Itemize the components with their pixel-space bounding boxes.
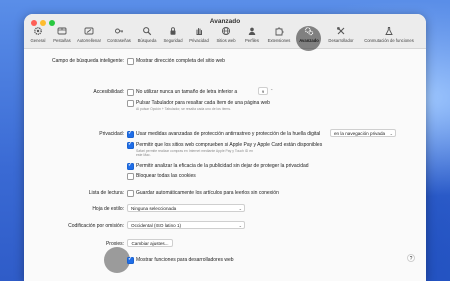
tab-label: Contraseñas [107,38,131,43]
window-title: Avanzado [209,18,241,25]
search-icon [143,27,152,36]
title-bar: Avanzado General Pestañas Autorrellenar … [24,14,426,51]
safari-settings-window: Avanzado General Pestañas Autorrellenar … [24,14,426,281]
smart-search-label: Campo de búsqueda inteligente: [52,58,124,64]
flask-icon [385,27,393,35]
tab-sitios-web[interactable]: Sitios web [212,26,240,48]
min-font-size-text: No utilizar nunca un tamaño de letra inf… [136,89,238,95]
tab-label: Desarrollador [328,38,354,43]
ad-measurement-text: Permitir analizar la eficacia de la publ… [136,163,309,169]
tracking-protection-select[interactable]: en la navegación privada ⌄ [330,129,396,137]
apple-pay-check-checkbox[interactable] [127,141,134,149]
advanced-settings-panel: Campo de búsqueda inteligente: Mostrar d… [24,49,426,281]
tab-contrasenas[interactable]: Contraseñas [104,26,134,48]
chevron-updown-icon: ⌄ [238,223,242,228]
tab-desarrollador[interactable]: Desarrollador [324,26,358,48]
apple-pay-note-line2: este Mac. [136,153,151,157]
tab-label: Seguridad [163,38,183,43]
save-offline-text: Guardar automáticamente los artículos pa… [136,190,279,196]
tab-label: Perfiles [245,38,259,43]
block-cookies-text: Bloquear todas las cookies [136,173,196,179]
globe-icon [221,26,231,36]
font-size-stepper[interactable]: 9 [258,87,268,95]
chevron-updown-icon: ⌄ [389,131,393,136]
encoding-label: Codificación por omisión: [68,223,124,229]
apple-pay-check-text: Permitir que los sitios web comprueben s… [136,142,323,148]
change-proxy-settings-button[interactable]: Cambiar ajustes... [127,239,173,247]
preferences-toolbar: General Pestañas Autorrellenar Contraseñ… [24,26,426,48]
hand-icon [196,28,202,35]
show-developer-features-checkbox[interactable] [127,256,134,264]
gear-icon [34,27,42,35]
apple-pay-note-line1: Safari permite realizar compras en Inter… [136,149,253,153]
tab-perfiles[interactable]: Perfiles [240,26,264,48]
tab-label: Búsqueda [137,38,157,43]
lock-icon [170,27,176,35]
advanced-tracking-protection-text: Usar medidas avanzadas de protección ant… [136,131,321,137]
advanced-tracking-protection-checkbox[interactable] [127,130,134,138]
tab-highlight-note: Al pulsar Opción + Tabulador, se resalta… [136,107,232,111]
tab-autorrellenar[interactable]: Autorrellenar [74,26,104,48]
stylesheet-select[interactable]: Ninguna seleccionada ⌄ [127,204,245,212]
help-button[interactable]: ? [407,254,415,262]
tabs-icon [57,27,67,35]
puzzle-icon [275,27,284,36]
ad-measurement-checkbox[interactable] [127,162,134,170]
tab-seguridad[interactable]: Seguridad [160,26,186,48]
encoding-select[interactable]: Occidental (ISO latino 1) ⌄ [127,221,245,229]
show-developer-features-text: Mostrar funciones para desarrolladores w… [136,257,234,263]
stylesheet-label: Hoja de estilo: [92,206,124,212]
tab-label: Avanzado [299,38,319,43]
tab-highlight-text: Pulsar Tabulador para resaltar cada ítem… [136,100,270,106]
tab-label: Pestañas [53,38,71,43]
tab-label: Extensiones [267,38,291,43]
person-icon [248,27,256,35]
save-offline-checkbox[interactable] [127,190,134,197]
tab-label: Autorrellenar [77,38,101,43]
chevron-updown-icon: ⌄ [238,206,242,211]
key-icon [115,28,123,34]
tab-label: Conmutación de funciones [364,38,414,43]
show-full-address-checkbox[interactable] [127,58,134,65]
tab-label: Privacidad [189,38,209,43]
accessibility-label: Accesibilidad: [93,89,124,95]
stepper-arrows-icon[interactable]: ⌃ [270,88,273,93]
tools-icon [337,27,345,35]
block-cookies-checkbox[interactable] [127,173,134,180]
tab-extensiones[interactable]: Extensiones [264,26,294,48]
show-full-address-text: Mostrar dirección completa del sitio web [136,58,225,64]
tab-label: General [30,38,46,43]
privacy-label: Privacidad: [99,131,124,137]
reading-list-label: Lista de lectura: [88,190,124,196]
tab-pestanas[interactable]: Pestañas [50,26,74,48]
advanced-gears-icon [304,27,314,36]
min-font-size-checkbox[interactable] [127,89,134,96]
tab-label: Sitios web [216,38,236,43]
tab-highlight-checkbox[interactable] [127,100,134,107]
tab-privacidad[interactable]: Privacidad [186,26,212,48]
pencil-icon [84,27,94,35]
tab-general[interactable]: General [26,26,50,48]
tab-busqueda[interactable]: Búsqueda [134,26,160,48]
tab-avanzado[interactable]: Avanzado [294,26,324,48]
tab-conmutacion-de-funciones[interactable]: Conmutación de funciones [358,26,420,48]
